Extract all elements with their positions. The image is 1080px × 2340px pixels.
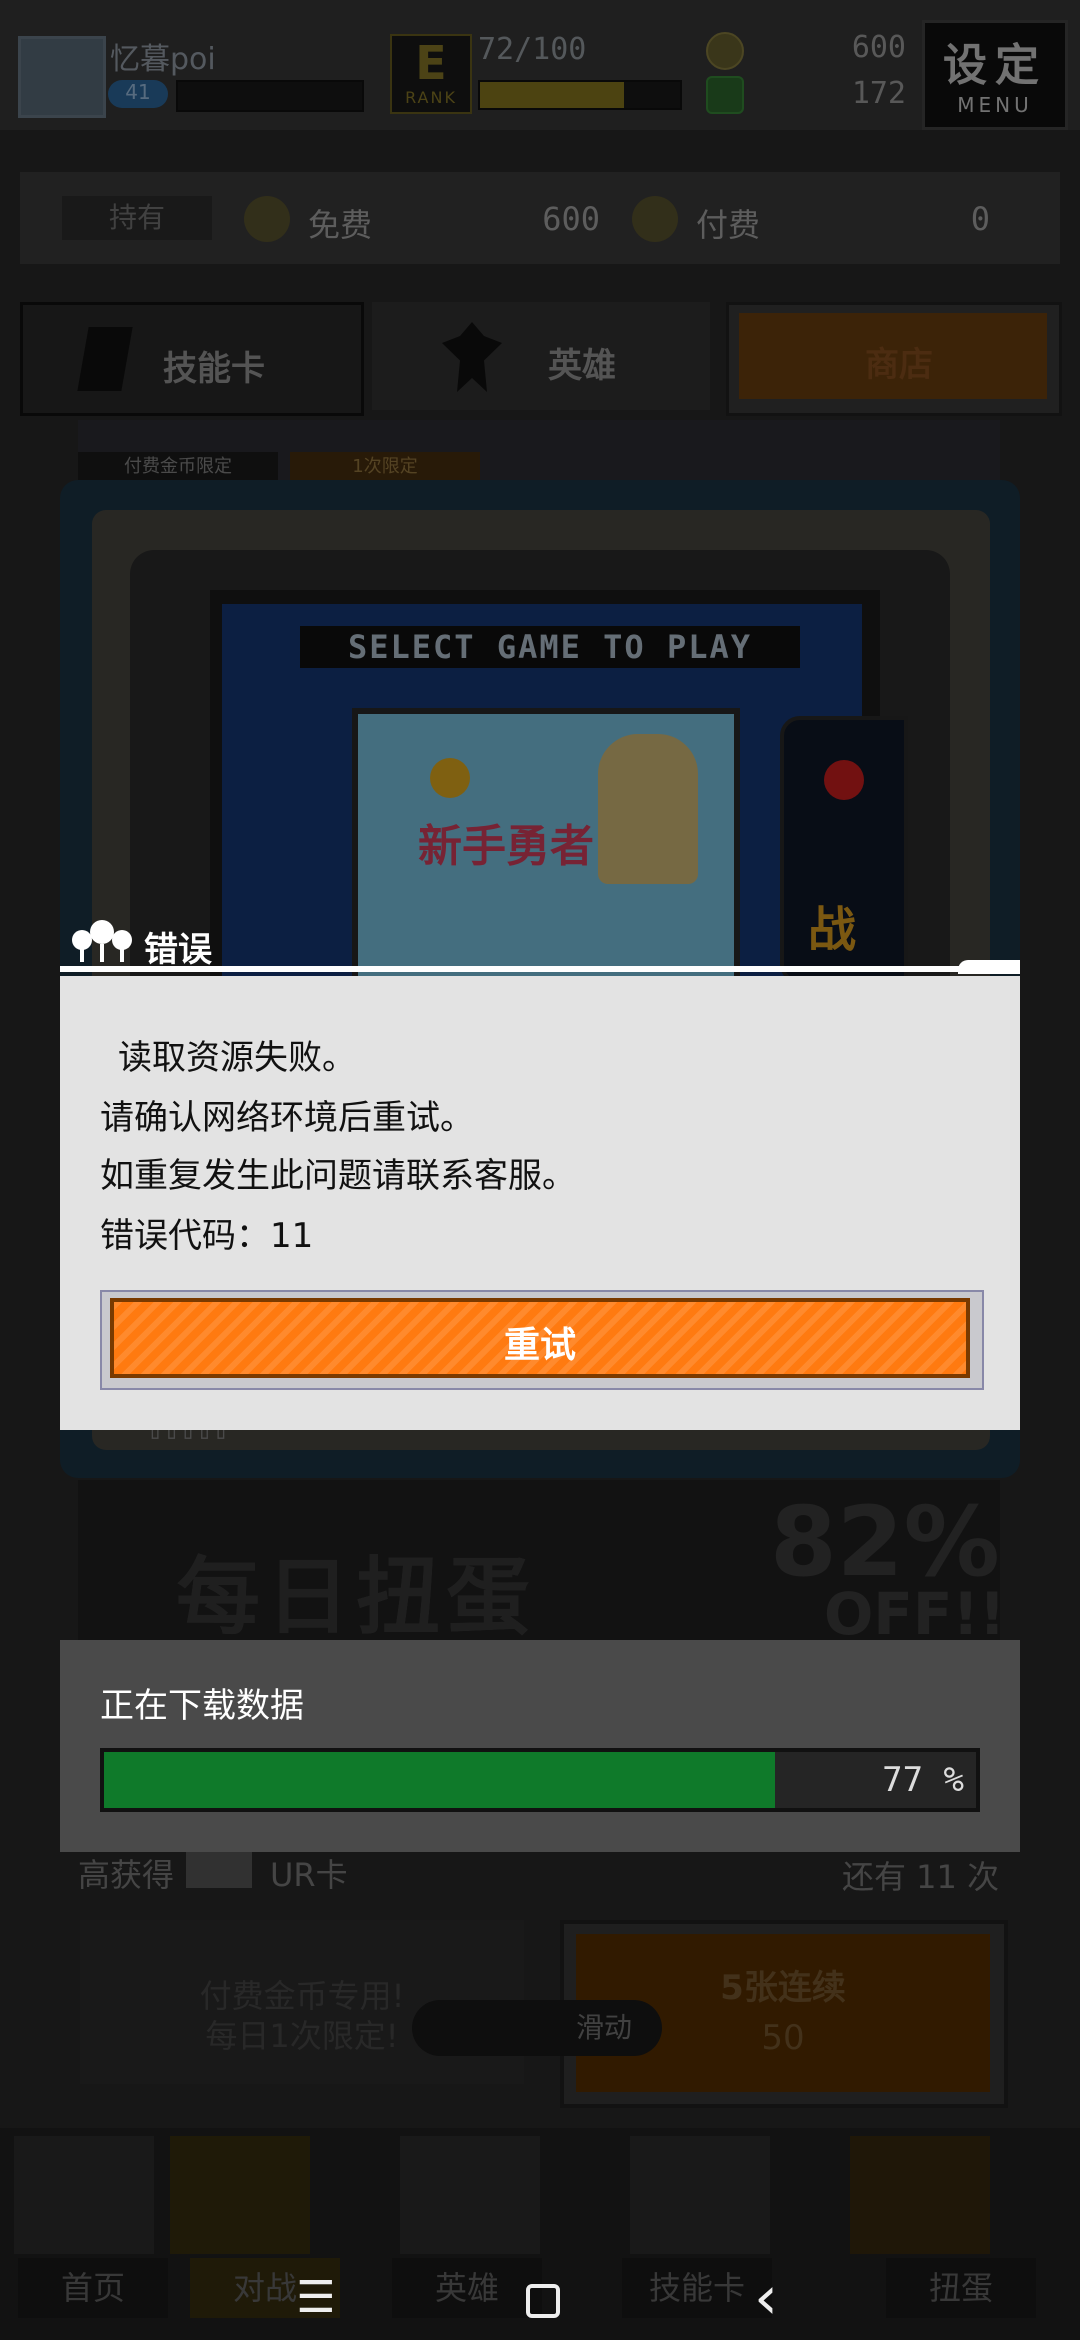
error-message-line: 如重复发生此问题请联系客服。: [100, 1156, 576, 1196]
retry-label: 重试: [503, 1325, 576, 1366]
home-square-icon: [526, 2284, 560, 2318]
error-title: 错误: [144, 930, 212, 970]
error-code: 错误代码：11: [100, 1216, 314, 1256]
error-header-tab: [958, 960, 1020, 974]
download-percent: 77 %: [882, 1760, 964, 1800]
error-message-line: 请确认网络环境后重试。: [100, 1098, 474, 1138]
retry-button[interactable]: 重试: [110, 1298, 970, 1378]
error-header-line: [60, 966, 1020, 972]
download-title: 正在下载数据: [100, 1686, 304, 1726]
system-home-icon[interactable]: [510, 2268, 570, 2328]
download-panel: [60, 1640, 1020, 1852]
system-back-icon[interactable]: ‹: [736, 2268, 796, 2328]
system-menu-icon[interactable]: ☰: [286, 2268, 346, 2328]
download-progress-bar: 77 %: [100, 1748, 980, 1812]
error-icon: [72, 920, 132, 962]
error-message-line: 读取资源失败。: [118, 1038, 356, 1078]
download-progress-fill: [104, 1752, 776, 1808]
